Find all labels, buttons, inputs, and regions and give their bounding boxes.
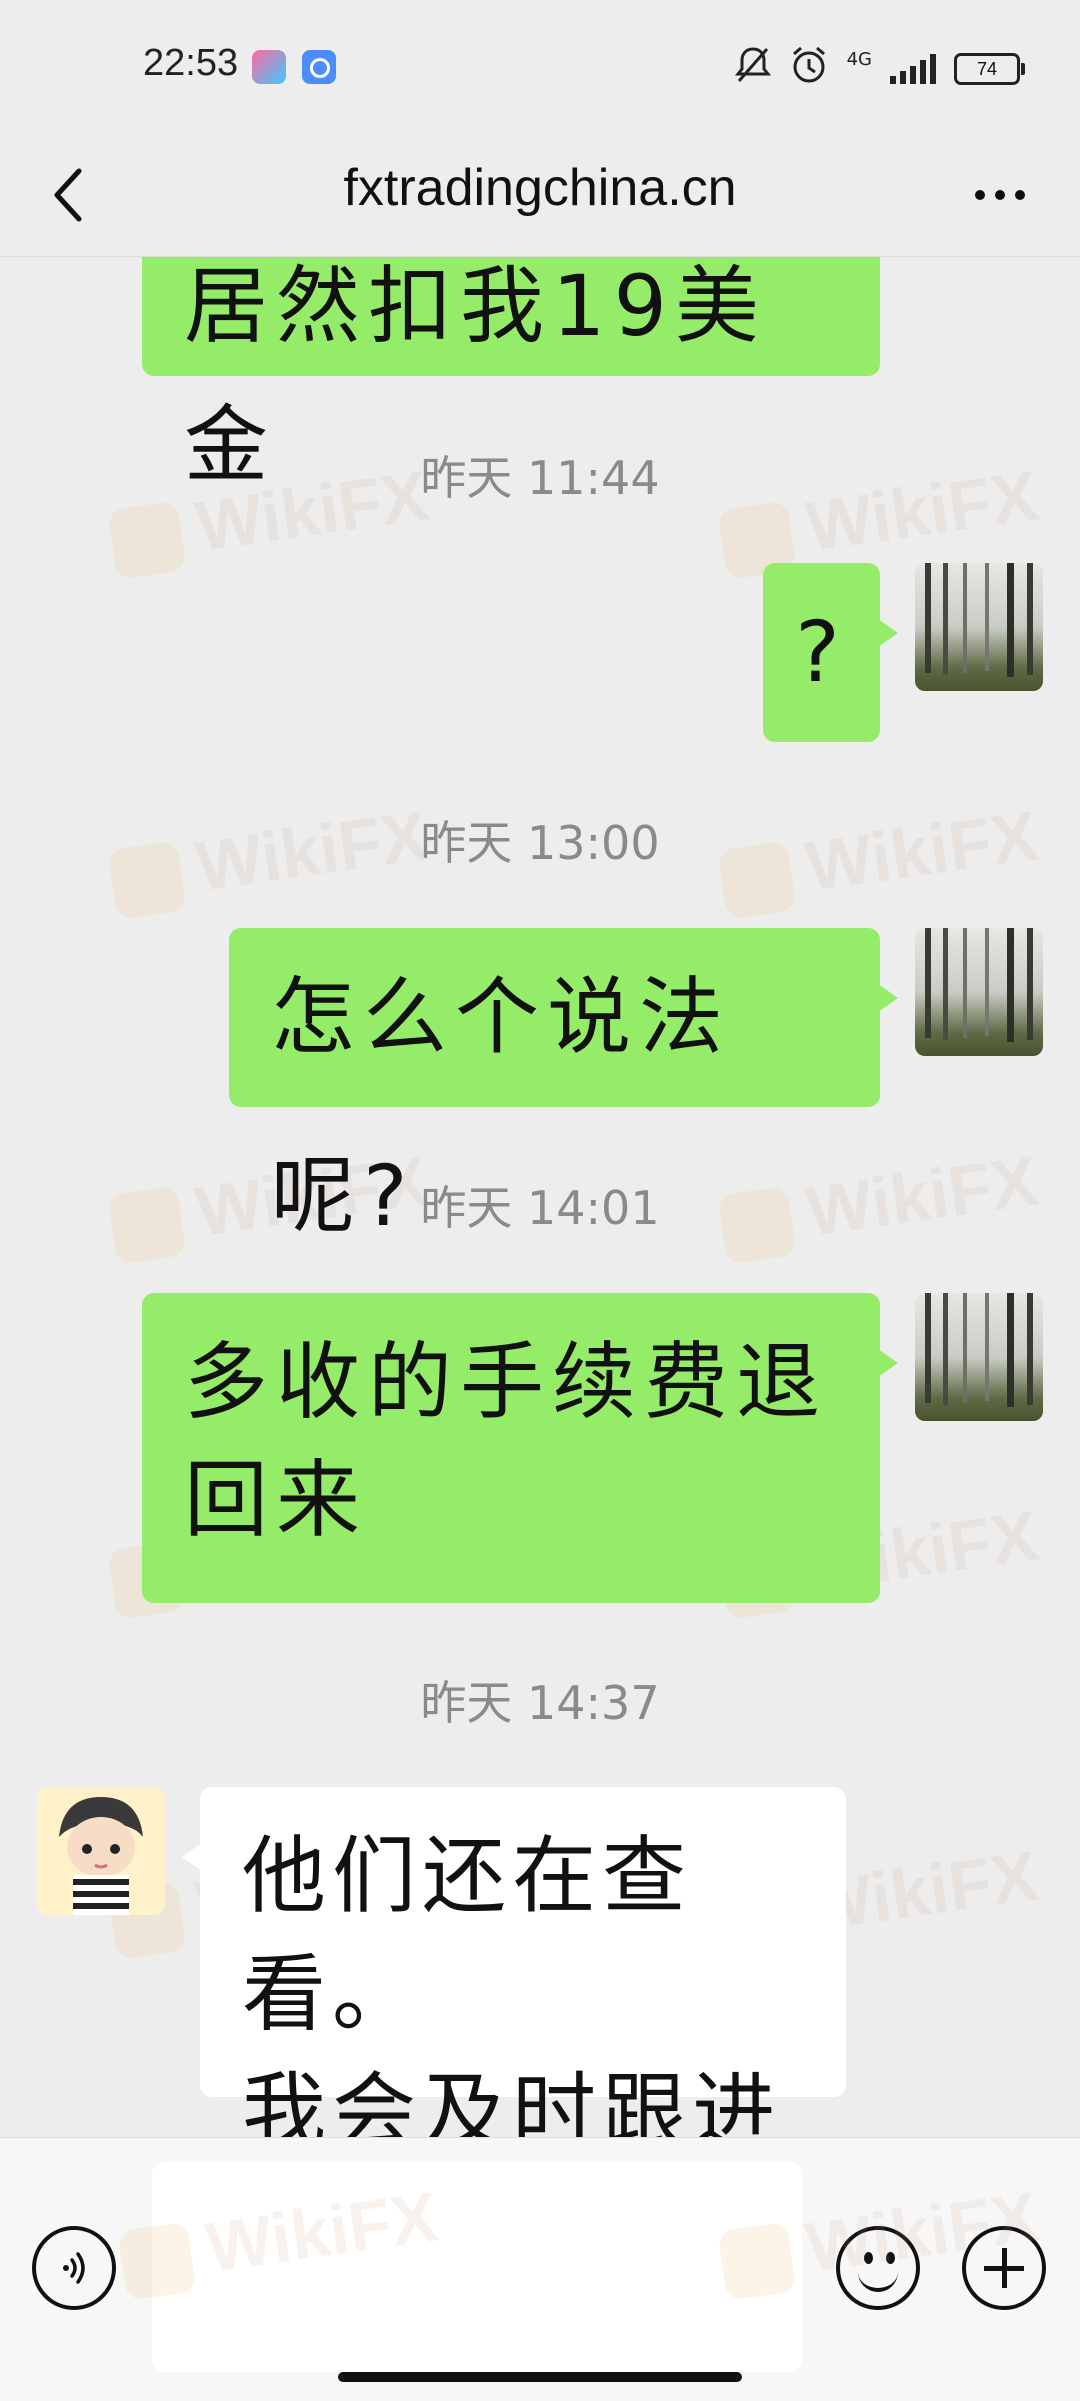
emoji-icon — [864, 2252, 873, 2264]
more-options-button[interactable] — [960, 160, 1040, 230]
page-title: fxtradingchina.cn — [343, 159, 737, 217]
message-bubble-sent[interactable]: 怎么个说法呢? — [229, 928, 898, 1245]
message-timestamp: 昨天 14:37 — [420, 1676, 660, 1730]
message-text-line: 多收的手续费退 — [184, 1333, 829, 1431]
status-bar: 22:53 4G 74 — [0, 0, 1080, 130]
battery-icon: 74 — [954, 53, 1025, 85]
alarm-icon — [789, 45, 829, 94]
home-indicator[interactable] — [338, 2372, 742, 2382]
my-avatar[interactable] — [915, 1293, 1043, 1421]
my-avatar[interactable] — [915, 928, 1043, 1056]
message-text-line: 他们还在查看。 — [242, 1827, 693, 2043]
status-time: 22:53 — [143, 42, 239, 84]
message-text-line: 我会及时跟进 — [242, 2063, 783, 2137]
forest-avatar-image — [925, 1293, 1033, 1407]
chat-header: fxtradingchina.cn — [0, 130, 1080, 257]
voice-icon — [63, 2252, 85, 2284]
signal-icon — [890, 54, 936, 84]
forest-avatar-image — [925, 928, 1033, 1042]
message-timestamp: 昨天 13:00 — [420, 816, 660, 870]
voice-input-button[interactable] — [32, 2226, 116, 2310]
more-functions-button[interactable] — [962, 2226, 1046, 2310]
status-indicators: 4G 74 — [734, 44, 1025, 94]
contact-avatar[interactable] — [37, 1787, 165, 1915]
message-input-bar: WikiFX WikiFX — [0, 2137, 1080, 2401]
message-text-line: 回来 — [184, 1451, 369, 1549]
search-app-icon — [302, 50, 336, 84]
cartoon-boy-avatar-image — [59, 1797, 143, 1915]
more-dots-icon — [975, 190, 985, 200]
game-app-icon — [252, 50, 286, 84]
forest-avatar-image — [925, 563, 1033, 677]
message-bubble-received[interactable]: 他们还在查看。 我会及时跟进 — [182, 1787, 846, 2137]
my-avatar[interactable] — [915, 563, 1043, 691]
network-type: 4G — [846, 48, 872, 70]
chat-messages[interactable]: WikiFX WikiFX WikiFX WikiFX WikiFX WikiF… — [0, 257, 1080, 2137]
message-text-field[interactable] — [152, 2162, 802, 2372]
battery-level: 74 — [976, 58, 998, 79]
message-timestamp: 昨天 14:01 — [420, 1181, 660, 1235]
message-bubble-sent[interactable]: 居然扣我19美金 — [142, 257, 880, 494]
message-bubble-sent[interactable]: 多收的手续费退 回来 — [142, 1293, 898, 1603]
mute-bell-icon — [734, 45, 771, 94]
message-timestamp: 昨天 11:44 — [420, 451, 660, 505]
emoji-button[interactable] — [836, 2226, 920, 2310]
message-bubble-sent[interactable]: ? — [763, 563, 898, 742]
